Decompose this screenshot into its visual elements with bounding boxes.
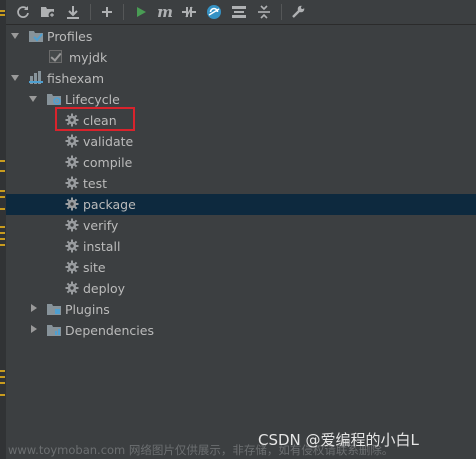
- lifecycle-phase-label: compile: [83, 155, 133, 170]
- lifecycle-phase-validate[interactable]: validate: [6, 131, 476, 152]
- lifecycle-phase-label: package: [83, 197, 136, 212]
- gutter-marker: [0, 394, 5, 396]
- tree-node-project-fishexam[interactable]: fishexam: [6, 68, 476, 89]
- gutter-marker: [0, 376, 5, 378]
- lifecycle-phase-compile[interactable]: compile: [6, 152, 476, 173]
- maven-settings-icon[interactable]: [289, 3, 307, 21]
- collapse-all-icon[interactable]: [255, 3, 273, 21]
- gutter-marker: [0, 382, 5, 384]
- lifecycle-folder-icon: [46, 91, 62, 107]
- gutter-marker: [0, 160, 5, 162]
- lifecycle-phase-label: verify: [83, 218, 119, 233]
- lifecycle-phase-label: test: [83, 176, 108, 191]
- tree-node-plugins[interactable]: Plugins: [6, 299, 476, 320]
- gear-icon: [64, 154, 80, 170]
- expand-arrow-icon[interactable]: [29, 96, 37, 102]
- skip-tests-icon[interactable]: [205, 3, 223, 21]
- lifecycle-phase-site[interactable]: site: [6, 257, 476, 278]
- gear-icon: [64, 217, 80, 233]
- tree-node-profiles[interactable]: Profiles: [6, 26, 476, 47]
- plugins-folder-icon: [46, 301, 62, 317]
- download-sources-icon[interactable]: [64, 3, 82, 21]
- maven-project-icon: [28, 70, 44, 86]
- watermark-author-text: CSDN @爱编程的小白L: [258, 431, 419, 449]
- gutter-marker: [0, 170, 5, 172]
- toolbar-separator: [123, 4, 124, 20]
- maven-goal-glyph: m: [157, 3, 173, 21]
- gutter-marker: [0, 232, 5, 234]
- show-dependencies-icon[interactable]: [230, 3, 248, 21]
- lifecycle-phase-label: site: [83, 260, 106, 275]
- gear-icon: [64, 175, 80, 191]
- expand-arrow-icon[interactable]: [11, 33, 19, 39]
- plugins-label: Plugins: [65, 302, 110, 317]
- profile-myjdk-label: myjdk: [69, 50, 108, 65]
- execute-maven-goal-icon[interactable]: m: [156, 3, 174, 21]
- gutter-marker: [0, 370, 5, 372]
- expand-arrow-icon[interactable]: [31, 325, 37, 333]
- gutter-marker: [0, 14, 5, 16]
- profiles-folder-icon: [28, 28, 44, 44]
- tree-node-dependencies[interactable]: Dependencies: [6, 320, 476, 341]
- plus-icon[interactable]: [98, 3, 116, 21]
- gutter-marker: [0, 226, 5, 228]
- toolbar-separator: [90, 4, 91, 20]
- add-maven-project-icon[interactable]: [39, 3, 57, 21]
- toolbar-separator: [281, 4, 282, 20]
- gutter-marker: [0, 208, 5, 210]
- gear-icon: [64, 196, 80, 212]
- gear-icon: [64, 280, 80, 296]
- lifecycle-label: Lifecycle: [65, 92, 120, 107]
- gear-icon: [64, 259, 80, 275]
- dependencies-folder-icon: [46, 322, 62, 338]
- gutter-marker: [0, 196, 5, 198]
- expand-arrow-icon[interactable]: [11, 75, 19, 81]
- lifecycle-phase-label: install: [83, 239, 121, 254]
- tree-node-profile-myjdk[interactable]: myjdk: [6, 47, 476, 68]
- toggle-offline-icon[interactable]: [180, 3, 198, 21]
- gutter-marker: [0, 238, 5, 240]
- lifecycle-phase-label: deploy: [83, 281, 126, 296]
- project-label: fishexam: [47, 71, 105, 86]
- expand-arrow-icon[interactable]: [31, 304, 37, 312]
- gutter-marker: [0, 244, 5, 246]
- profiles-label: Profiles: [47, 29, 93, 44]
- lifecycle-phase-test[interactable]: test: [6, 173, 476, 194]
- clean-highlight-annotation: [55, 107, 135, 131]
- lifecycle-phase-install[interactable]: install: [6, 236, 476, 257]
- profile-checkbox[interactable]: [49, 50, 62, 63]
- dependencies-label: Dependencies: [65, 323, 154, 338]
- gutter-marker: [0, 190, 5, 192]
- lifecycle-phase-verify[interactable]: verify: [6, 215, 476, 236]
- maven-tool-window: m Profiles myjdk fishexam Lifecycle clea…: [0, 0, 476, 459]
- maven-toolbar: m: [6, 0, 476, 25]
- lifecycle-phase-deploy[interactable]: deploy: [6, 278, 476, 299]
- run-icon[interactable]: [132, 3, 150, 21]
- lifecycle-phase-package[interactable]: package: [6, 194, 476, 215]
- gutter-marker: [0, 10, 5, 12]
- lifecycle-phase-label: validate: [83, 134, 134, 149]
- gear-icon: [64, 238, 80, 254]
- refresh-icon[interactable]: [14, 3, 32, 21]
- gear-icon: [64, 133, 80, 149]
